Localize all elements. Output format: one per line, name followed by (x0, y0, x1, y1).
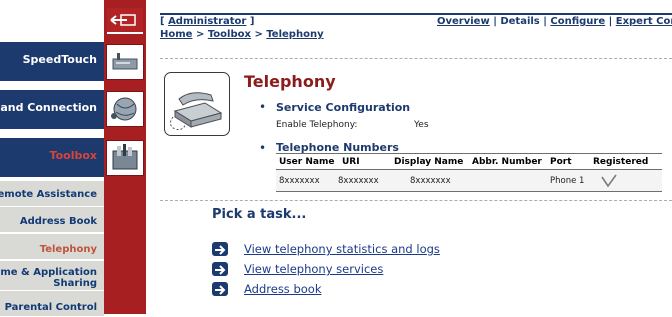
task-view-telephony-services[interactable]: View telephony services (244, 262, 383, 276)
user-label: [ Administrator ] (160, 16, 255, 27)
task-view-telephony-stats[interactable]: View telephony statistics and logs (244, 242, 440, 256)
nav-item-broadband-connection[interactable]: band Connection (0, 90, 104, 129)
table-top-rule (276, 153, 662, 154)
header-rule (160, 13, 672, 15)
subnav-telephony[interactable]: Telephony (0, 234, 104, 260)
nav-item-label: SpeedTouch (22, 53, 97, 66)
subnav-remote-assistance[interactable]: Remote Assistance (0, 181, 104, 207)
arrow-right-icon[interactable] (212, 262, 228, 276)
arrow-right-icon[interactable] (212, 242, 228, 256)
breadcrumb-telephony[interactable]: Telephony (266, 29, 323, 40)
divider (160, 200, 672, 201)
cell-user-name: 8xxxxxxx (279, 176, 320, 186)
left-navigation: SpeedTouch band Connection Toolbox Remot… (0, 0, 104, 317)
subnav-label: Parental Control (4, 302, 97, 313)
administrator-link[interactable]: Administrator (168, 16, 246, 27)
subnav-label: Telephony (39, 244, 97, 255)
check-icon (601, 173, 617, 188)
tab-configure[interactable]: Configure (550, 16, 605, 27)
breadcrumb: Home > Toolbox > Telephony (160, 29, 324, 40)
nav-item-toolbox[interactable]: Toolbox (0, 138, 104, 177)
back-arrow-icon[interactable] (107, 8, 143, 34)
tab-overview[interactable]: Overview (437, 16, 490, 27)
breadcrumb-home[interactable]: Home (160, 29, 192, 40)
col-user-name: User Name (279, 157, 335, 167)
page-title: Telephony (244, 72, 336, 91)
task-address-book[interactable]: Address book (244, 282, 322, 296)
breadcrumb-toolbox[interactable]: Toolbox (208, 29, 251, 40)
nav-item-speedtouch[interactable]: SpeedTouch (0, 42, 104, 81)
nav-item-label: Toolbox (49, 149, 97, 162)
subnav-address-book[interactable]: Address Book (0, 207, 104, 233)
subnav-label: Address Book (19, 216, 97, 227)
subnav-label: Remote Assistance (0, 189, 97, 200)
tab-expert-config[interactable]: Expert Config (616, 16, 672, 27)
enable-telephony-value: Yes (414, 120, 429, 130)
subnav-game-application-sharing[interactable]: Game & Application Sharing (0, 261, 104, 291)
bullet-icon: • (259, 141, 267, 155)
bullet-icon: • (259, 100, 267, 114)
service-config-heading: Service Configuration (276, 101, 411, 114)
col-abbr-number: Abbr. Number (472, 157, 542, 167)
nav-icon-column (104, 0, 146, 314)
tab-details[interactable]: Details (500, 16, 539, 27)
nav-top-blank (0, 0, 104, 42)
enable-telephony-label: Enable Telephony: (276, 120, 358, 130)
arrow-right-icon[interactable] (212, 282, 228, 296)
cell-display-name: 8xxxxxxx (410, 176, 451, 186)
cell-port: Phone 1 (550, 176, 585, 186)
subnav-label-line2: Sharing (53, 278, 97, 289)
telephone-icon (164, 72, 230, 136)
main-content: [ Administrator ] Home > Toolbox > Telep… (160, 0, 672, 314)
col-display-name: Display Name (394, 157, 464, 167)
divider (160, 58, 672, 59)
cell-uri: 8xxxxxxx (338, 176, 379, 186)
view-tabs: Overview | Details | Configure | Expert … (437, 16, 672, 27)
col-uri: URI (342, 157, 360, 167)
table-bottom-rule (276, 191, 662, 192)
subnav-label-line1: Game & Application (0, 267, 97, 278)
pick-task-heading: Pick a task... (212, 207, 307, 222)
toolbox-icon[interactable] (106, 140, 144, 176)
nav-item-label: band Connection (0, 101, 97, 114)
col-port: Port (550, 157, 572, 167)
subnav-parental-control[interactable]: Parental Control (0, 291, 104, 317)
modem-icon[interactable] (106, 44, 144, 80)
col-registered: Registered (593, 157, 649, 167)
globe-icon[interactable] (106, 91, 144, 127)
